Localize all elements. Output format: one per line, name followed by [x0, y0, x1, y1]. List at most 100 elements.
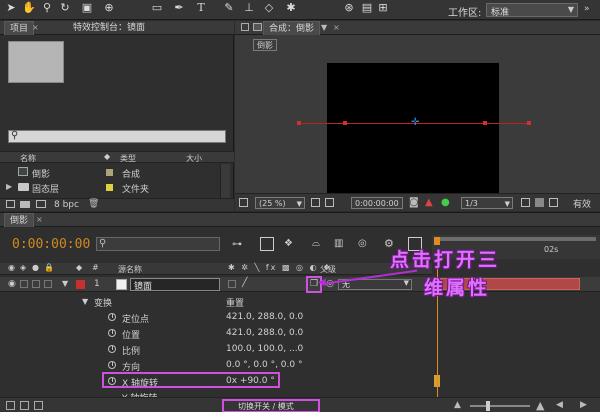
resolution-select[interactable]: 1/3 ▼	[461, 197, 513, 209]
lock-icon[interactable]	[241, 23, 249, 31]
stopwatch-icon[interactable]	[108, 345, 116, 353]
layer-handle[interactable]	[483, 121, 487, 125]
hand-tool-icon[interactable]: ✋	[22, 1, 36, 15]
close-icon[interactable]: ×	[36, 215, 43, 224]
zoom-tool-icon[interactable]: ⚲	[40, 1, 54, 15]
layer-handle[interactable]	[343, 121, 347, 125]
grid-icon[interactable]	[325, 198, 334, 207]
pan-behind-tool-icon[interactable]: ⊕	[102, 1, 116, 15]
tab-timeline[interactable]: 倒影	[4, 213, 35, 227]
toggle-switches-modes-button[interactable]: 切换开关 / 模式	[222, 399, 320, 412]
local-axis-icon[interactable]: ▤	[360, 1, 374, 15]
timeline-search-input[interactable]: ⚲	[96, 237, 220, 251]
col-source-name-header[interactable]: 源名称	[118, 264, 142, 275]
expand-triangle-icon[interactable]: ▼	[62, 279, 68, 288]
layer-handle[interactable]	[527, 121, 531, 125]
project-search-input[interactable]: ⚲	[8, 130, 226, 143]
snapshot-camera-icon[interactable]: ◙	[409, 197, 419, 208]
scroll-left-icon[interactable]: ◀	[556, 400, 563, 410]
property-value[interactable]: 100.0, 100.0, ...0	[226, 344, 303, 354]
current-time-indicator[interactable]	[434, 237, 440, 245]
zoom-in-mountain-icon[interactable]: ▲	[536, 399, 544, 412]
reset-link[interactable]: 重置	[226, 296, 244, 309]
solo-toggle-box[interactable]	[32, 280, 40, 288]
rotate-tool-icon[interactable]: ↻	[58, 1, 72, 15]
stopwatch-icon[interactable]	[108, 361, 116, 369]
new-folder-icon[interactable]	[20, 201, 30, 208]
pixel-aspect-icon[interactable]	[549, 198, 558, 207]
tab-project[interactable]: 项目	[4, 21, 35, 35]
col-size-header[interactable]: 大小	[186, 153, 202, 164]
property-value[interactable]: 421.0, 288.0, 0.0	[226, 312, 303, 322]
trash-icon[interactable]: 🗑	[88, 199, 99, 209]
layer-color-label[interactable]	[76, 280, 85, 289]
axis-mode-icon[interactable]: ⊛	[342, 1, 356, 15]
motion-blur-icon[interactable]: ◎	[358, 238, 367, 249]
puppet-tool-icon[interactable]: ✱	[284, 1, 298, 15]
pen-tool-icon[interactable]: ✒	[172, 1, 186, 15]
stopwatch-icon[interactable]	[108, 329, 116, 337]
brush-tool-icon[interactable]: ✎	[222, 1, 236, 15]
channel-rgb-icon[interactable]: ●	[441, 197, 450, 208]
col-name-header[interactable]: 名称	[20, 153, 36, 164]
clone-stamp-tool-icon[interactable]: ⊥	[242, 1, 256, 15]
expand-modes-icon[interactable]	[20, 401, 29, 410]
zoom-slider[interactable]	[470, 405, 530, 407]
region-of-interest-icon[interactable]	[311, 198, 320, 207]
menu-arrow-icon[interactable]: »	[584, 4, 590, 14]
project-scrollbar[interactable]	[220, 164, 230, 200]
table-row[interactable]: ◉ ▼ 1 镜面 ╱ ❒ ◎ 无 ▼	[0, 277, 600, 292]
work-area-bar[interactable]	[436, 237, 596, 241]
stopwatch-icon[interactable]	[108, 313, 116, 321]
list-item[interactable]: ▶ 固态层 文件夹	[0, 181, 218, 195]
comp-mini-flowchart-icon[interactable]: ⊶	[232, 239, 242, 250]
layer-handle[interactable]	[297, 121, 301, 125]
live-update-icon[interactable]	[260, 237, 274, 251]
active-camera-label[interactable]: 有效	[573, 197, 591, 210]
composition-viewer[interactable]	[327, 63, 499, 194]
workspace-select[interactable]: 标准 ▼	[486, 3, 578, 18]
tab-effect-controls[interactable]: 特效控制台：镜面	[68, 21, 150, 35]
zoom-select[interactable]: (25 %) ▼	[255, 197, 305, 209]
new-composition-icon[interactable]	[36, 200, 46, 208]
tab-menu-chevron-icon[interactable]: ▼	[321, 23, 327, 32]
show-snapshot-icon[interactable]: ▲	[425, 197, 433, 208]
axis-gizmo-icon[interactable]: ✛	[411, 117, 419, 128]
col-type-header[interactable]: 类型	[120, 153, 136, 164]
fast-preview-icon[interactable]	[521, 198, 530, 207]
interpret-footage-icon[interactable]	[6, 200, 15, 208]
frame-blending-icon[interactable]: ▥	[334, 238, 343, 249]
timeline-timecode[interactable]: 0:00:00:00	[12, 237, 90, 252]
audio-toggle-box[interactable]	[20, 280, 28, 288]
transparency-grid-icon[interactable]	[535, 198, 544, 207]
property-value[interactable]: 0.0 °, 0.0 °, 0.0 °	[226, 360, 302, 370]
rectangle-tool-icon[interactable]: ▭	[150, 1, 164, 15]
world-axis-icon[interactable]: ⊞	[376, 1, 390, 15]
transform-group-label[interactable]: 变换	[94, 296, 112, 309]
scroll-right-icon[interactable]: ▶	[580, 400, 587, 410]
property-value[interactable]: 421.0, 288.0, 0.0	[226, 328, 303, 338]
type-tool-icon[interactable]: T	[194, 1, 208, 15]
video-toggle-eye-icon[interactable]: ◉	[8, 279, 16, 289]
close-icon[interactable]: ×	[32, 23, 39, 32]
shy-switch-icon[interactable]	[228, 280, 236, 288]
expand-in-out-icon[interactable]	[34, 401, 43, 410]
quality-switch-icon[interactable]: ╱	[242, 278, 247, 288]
camera-tool-icon[interactable]: ▣	[80, 1, 94, 15]
hide-shy-layers-icon[interactable]: ⌓	[312, 238, 320, 249]
expand-triangle-icon[interactable]: ▶	[6, 182, 12, 191]
sub-tab-composition[interactable]: 倒影	[253, 39, 277, 51]
selection-tool-icon[interactable]: ➤	[4, 1, 18, 15]
zoom-out-mountain-icon[interactable]: ▲	[454, 400, 461, 410]
current-time-display[interactable]: 0:00:00:00	[351, 197, 403, 209]
col-parent-header[interactable]: 父级	[320, 264, 336, 275]
draft-3d-icon[interactable]: ❖	[284, 238, 293, 249]
lock-toggle-box[interactable]	[44, 280, 52, 288]
list-item[interactable]: 倒影 合成	[0, 166, 218, 180]
always-preview-icon[interactable]	[239, 198, 248, 207]
bpc-label[interactable]: 8 bpc	[54, 200, 79, 210]
layer-name-field[interactable]: 镜面	[130, 278, 220, 292]
eraser-tool-icon[interactable]: ◇	[262, 1, 276, 15]
tab-composition[interactable]: 合成：倒影	[263, 21, 321, 35]
expand-triangle-icon[interactable]: ▼	[82, 297, 88, 306]
